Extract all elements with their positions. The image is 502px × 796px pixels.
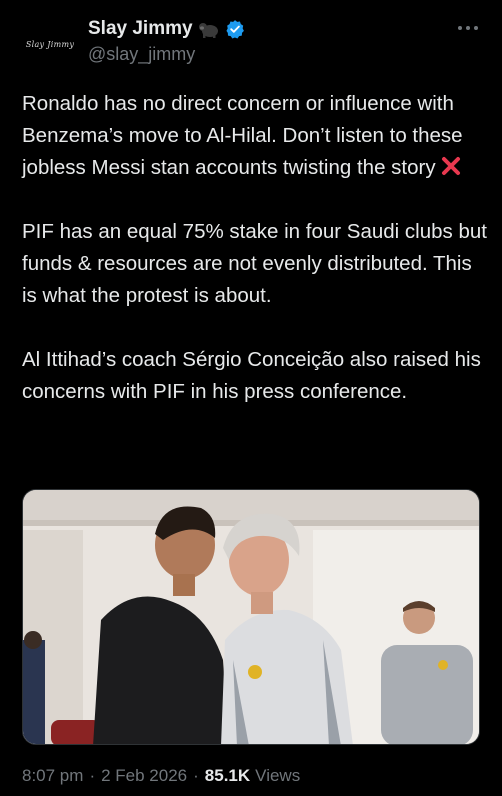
tweet-paragraph-text: Ronaldo has no direct concern or influen… <box>22 92 463 179</box>
tweet-paragraph: Al Ittihad’s coach Sérgio Conceição also… <box>22 348 481 403</box>
avatar-logo-text: Slay Jimmy <box>25 39 75 49</box>
handle[interactable]: @slay_jimmy <box>88 44 195 65</box>
verified-badge-icon[interactable] <box>225 19 245 39</box>
tweet-meta: 8:07 pm · 2 Feb 2026 · 85.1K Views <box>22 766 300 786</box>
tweet-paragraph: PIF has an equal 75% stake in four Saudi… <box>22 220 487 307</box>
tweet-text: Ronaldo has no direct concern or influen… <box>22 88 487 408</box>
views-count[interactable]: 85.1K <box>205 766 250 786</box>
display-name[interactable]: Slay Jimmy <box>88 18 193 40</box>
avatar[interactable]: Slay Jimmy <box>22 16 78 72</box>
separator: · <box>89 766 96 785</box>
tweet-photo[interactable] <box>22 489 480 745</box>
tweet-time[interactable]: 8:07 pm <box>22 766 83 786</box>
more-options-icon[interactable] <box>456 18 480 38</box>
author-name-row[interactable]: Slay Jimmy <box>88 16 245 42</box>
cross-mark-icon <box>440 155 462 177</box>
tweet: Slay Jimmy Slay Jimmy @slay_jimmy Ronald… <box>0 0 502 796</box>
gorilla-icon <box>198 20 220 38</box>
views-label: Views <box>255 766 301 785</box>
tweet-paragraph: Ronaldo has no direct concern or influen… <box>22 88 487 184</box>
tweet-date[interactable]: 2 Feb 2026 <box>101 766 187 786</box>
separator: · <box>193 766 199 785</box>
photo-icon <box>23 490 479 744</box>
